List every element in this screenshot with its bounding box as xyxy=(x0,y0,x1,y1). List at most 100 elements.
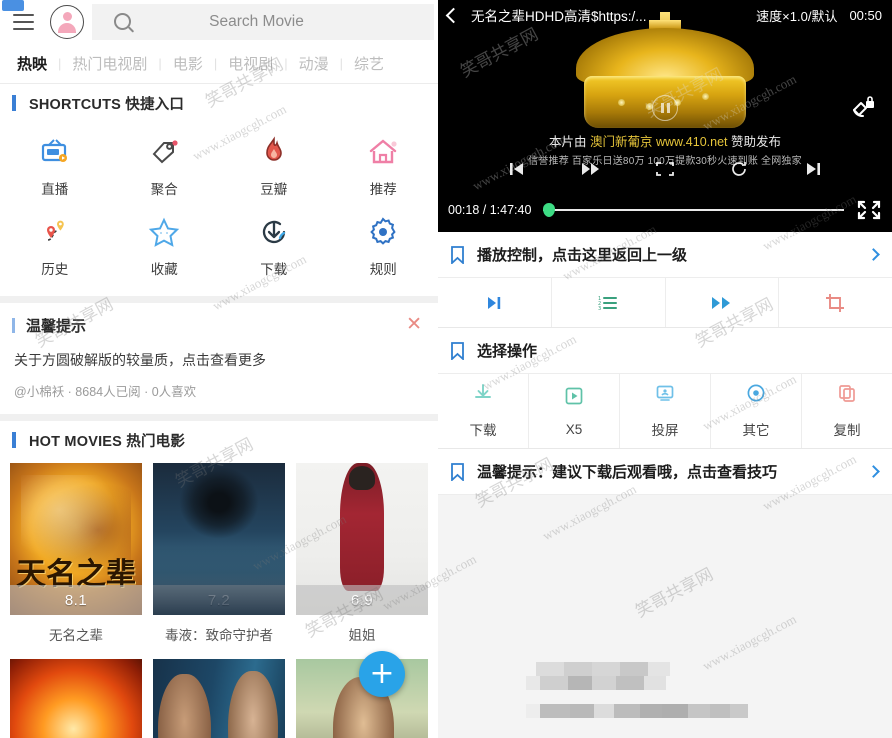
shortcut-label: 聚合 xyxy=(150,182,178,197)
tip-heading: 温馨提示 xyxy=(26,318,87,335)
shortcut-douban[interactable]: 豆瓣 xyxy=(219,126,329,206)
bookmark-icon xyxy=(450,462,465,482)
live-tv-icon xyxy=(38,135,72,169)
rating-strip: 8.1 xyxy=(10,585,142,615)
shortcut-aggregate[interactable]: 聚合 xyxy=(110,126,220,206)
pause-icon[interactable] xyxy=(652,95,678,121)
movie-title: 无名之辈 xyxy=(49,628,103,643)
playlist-icon[interactable]: 1 2 3 xyxy=(552,278,666,327)
tab-anime[interactable]: 动漫 xyxy=(288,53,340,74)
operation-label: 其它 xyxy=(742,423,770,438)
tab-movies[interactable]: 电影 xyxy=(162,53,214,74)
previous-track-icon[interactable] xyxy=(504,159,530,179)
top-app-bar: Search Movie xyxy=(0,0,438,43)
avatar-head xyxy=(62,11,72,21)
operation-label: 下载 xyxy=(469,423,497,438)
cast-screen-icon xyxy=(655,383,675,408)
shortcut-label: 下载 xyxy=(260,262,288,277)
rotate-icon[interactable] xyxy=(726,159,752,179)
movie-rating: 6.9 xyxy=(350,591,374,609)
next-track-icon[interactable] xyxy=(800,159,826,179)
search-bar[interactable]: Search Movie xyxy=(92,3,434,40)
back-chevron-icon[interactable] xyxy=(445,7,462,23)
operation-other[interactable]: 其它 xyxy=(711,374,802,448)
movie-poster: 天名之辈 8.1 xyxy=(10,463,142,615)
chevron-right-icon[interactable] xyxy=(867,465,880,478)
player-seek-row: 00:18 / 1:47:40 xyxy=(438,194,892,226)
fullscreen-expand-icon[interactable] xyxy=(856,199,882,221)
tip-meta-text: @小棉袄 · 8684人已阅 · 0人喜欢 xyxy=(14,385,197,399)
operation-label: X5 xyxy=(565,421,583,437)
copy-icon xyxy=(837,383,857,408)
search-input[interactable]: Search Movie xyxy=(131,13,434,31)
movie-poster xyxy=(10,659,142,738)
movie-title: 毒液：致命守护者 xyxy=(165,628,273,643)
chevron-right-icon[interactable] xyxy=(867,248,880,261)
hot-movies-section-header: HOT MOVIES 热门电影 xyxy=(0,421,438,459)
operation-cast[interactable]: 投屏 xyxy=(620,374,711,448)
section-accent-bar xyxy=(12,95,16,111)
shortcut-rules[interactable]: 规则 xyxy=(329,206,439,286)
shortcut-download[interactable]: 下载 xyxy=(219,206,329,286)
shortcut-live[interactable]: 直播 xyxy=(0,126,110,206)
player-speed-label[interactable]: 速度×1.0/默认 xyxy=(756,6,837,25)
player-clock: 00:50 xyxy=(849,7,882,23)
avatar-body xyxy=(58,22,76,33)
download-arrow-icon xyxy=(257,215,291,249)
movie-poster: 7.2 xyxy=(153,463,285,615)
tab-hot-showing[interactable]: 热映 xyxy=(6,53,58,74)
tab-tv-series[interactable]: 电视剧 xyxy=(217,53,284,74)
tab-variety[interactable]: 综艺 xyxy=(343,53,395,74)
user-avatar-icon[interactable] xyxy=(50,4,84,39)
sponsor-suffix: 赞助发布 xyxy=(731,135,782,149)
other-circle-icon xyxy=(746,383,766,408)
playback-control-header[interactable]: 播放控制，点击这里返回上一级 xyxy=(438,232,892,278)
fast-forward-icon[interactable] xyxy=(578,159,604,179)
add-plus-icon[interactable]: + xyxy=(359,651,405,697)
operation-copy[interactable]: 复制 xyxy=(802,374,892,448)
player-time-display: 00:18 / 1:47:40 xyxy=(448,203,532,217)
movie-poster: 6.9 xyxy=(296,463,428,615)
movie-card[interactable]: 7.2 毒液：致命守护者 xyxy=(153,463,285,655)
operations-row: 下载 X5 投屏 其它 复制 xyxy=(438,374,892,449)
movie-browser-panel: Search Movie 热映 | 热门电视剧 | 电影 | 电视剧 | 动漫 … xyxy=(0,0,438,738)
seek-thumb[interactable] xyxy=(543,203,556,217)
shortcut-label: 规则 xyxy=(369,262,397,277)
tip-card[interactable]: 温馨提示 ✕ 关于方圆破解版的较量质，点击查看更多 @小棉袄 · 8684人已阅… xyxy=(0,303,438,414)
movie-card[interactable] xyxy=(10,659,142,738)
operation-label: 投屏 xyxy=(651,423,679,438)
shortcut-label: 收藏 xyxy=(150,262,178,277)
movie-card[interactable]: 6.9 姐姐 xyxy=(296,463,428,655)
empty-content-area xyxy=(438,495,892,728)
tip-header[interactable]: 温馨提示：建议下载后观看哦，点击查看技巧 xyxy=(438,449,892,495)
tip-title: 温馨提示：建议下载后观看哦，点击查看技巧 xyxy=(477,464,778,481)
section-divider xyxy=(0,296,438,303)
crop-icon[interactable] xyxy=(779,278,892,327)
movie-card[interactable]: 天名之辈 8.1 无名之辈 xyxy=(10,463,142,655)
operation-download[interactable]: 下载 xyxy=(438,374,529,448)
tab-hot-tv-series[interactable]: 热门电视剧 xyxy=(61,53,158,74)
shortcut-recommend[interactable]: 推荐 xyxy=(329,126,439,206)
movie-card[interactable]: 9月30日 xyxy=(153,659,285,738)
shortcut-history[interactable]: 历史 xyxy=(0,206,110,286)
operation-x5[interactable]: X5 xyxy=(529,374,620,448)
fit-screen-icon[interactable] xyxy=(652,159,678,179)
flame-douban-icon xyxy=(257,135,291,169)
shortcut-label: 豆瓣 xyxy=(260,182,288,197)
video-player[interactable]: 无名之辈HDHD高清$https:/... 速度×1.0/默认 00:50 本片… xyxy=(438,0,892,232)
tip-card-header: 温馨提示 xyxy=(12,315,424,336)
seek-slider[interactable] xyxy=(543,203,844,217)
operations-header: 选择操作 xyxy=(438,328,892,374)
skip-next-icon[interactable] xyxy=(438,278,552,327)
shortcut-label: 历史 xyxy=(41,262,69,277)
fast-forward-icon[interactable] xyxy=(666,278,780,327)
rotation-lock-icon[interactable] xyxy=(848,92,878,122)
blurred-mosaic-text xyxy=(526,662,756,720)
shortcut-favorites[interactable]: 收藏 xyxy=(110,206,220,286)
shortcuts-grid: 直播 聚合 豆瓣 推荐 历史 收藏 下载 规则 xyxy=(0,122,438,296)
crown-gem xyxy=(618,99,625,106)
player-top-bar: 无名之辈HDHD高清$https:/... 速度×1.0/默认 00:50 xyxy=(438,0,892,30)
crown-gem xyxy=(702,93,709,100)
hot-movies-list: 天名之辈 8.1 无名之辈 7.2 毒液：致命守护者 6.9 姐姐 xyxy=(0,459,438,738)
close-x-icon[interactable]: ✕ xyxy=(406,315,422,334)
